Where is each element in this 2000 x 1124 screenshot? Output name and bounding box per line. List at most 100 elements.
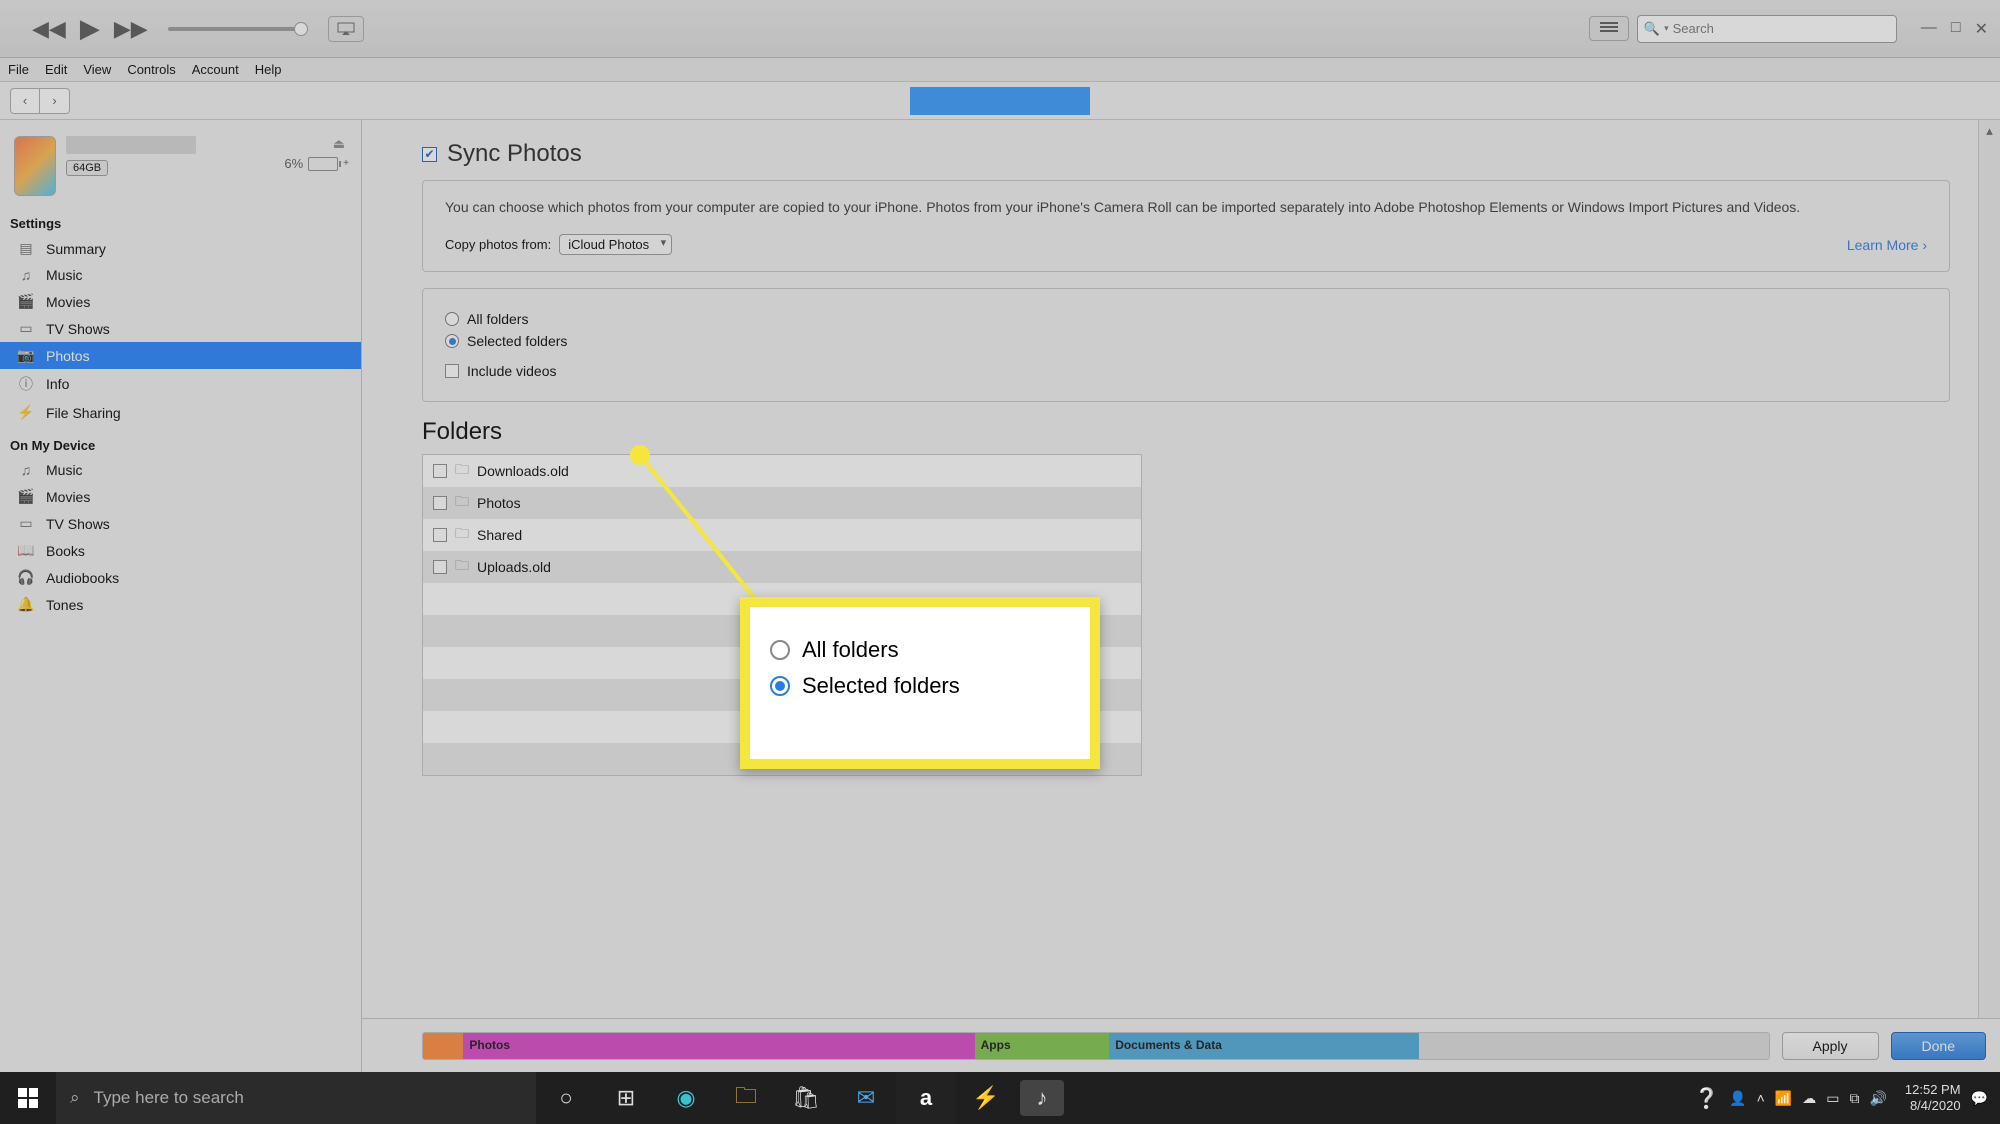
- sidebar-device-music[interactable]: ♫Music: [0, 457, 361, 483]
- sidebar-device-audiobooks[interactable]: 🎧Audiobooks: [0, 564, 361, 591]
- taskbar-search[interactable]: ⌕ Type here to search: [56, 1072, 536, 1124]
- people-icon[interactable]: 👤: [1729, 1090, 1746, 1107]
- apply-button[interactable]: Apply: [1782, 1032, 1879, 1060]
- taskbar-clock[interactable]: 12:52 PM 8/4/2020: [1905, 1082, 1961, 1113]
- sidebar-device-movies[interactable]: 🎬Movies: [0, 483, 361, 510]
- storage-usage-bar: Photos Apps Documents & Data: [422, 1032, 1770, 1060]
- sidebar-device-tvshows[interactable]: ▭TV Shows: [0, 510, 361, 537]
- edge-icon[interactable]: ◉: [656, 1072, 716, 1124]
- done-button[interactable]: Done: [1891, 1032, 1986, 1060]
- forward-button[interactable]: ›: [40, 88, 70, 114]
- all-folders-radio[interactable]: [445, 312, 459, 326]
- sidebar-item-photos[interactable]: 📷Photos: [0, 342, 361, 369]
- tray-expand-icon[interactable]: ˄: [1757, 1090, 1765, 1106]
- battery-icon[interactable]: ▭: [1826, 1090, 1839, 1107]
- sidebar-item-label: Photos: [46, 348, 90, 364]
- next-track-button[interactable]: ▶▶: [114, 16, 148, 42]
- sync-photos-checkbox[interactable]: [422, 147, 437, 162]
- books-icon: 📖: [16, 542, 36, 559]
- storage-segment-photos: Photos: [463, 1033, 974, 1059]
- folder-checkbox[interactable]: [433, 528, 447, 542]
- folder-name: Shared: [477, 527, 522, 543]
- movies-icon: 🎬: [16, 293, 36, 310]
- callout-selected-folders-label: Selected folders: [802, 673, 960, 699]
- cortana-icon[interactable]: ○: [536, 1072, 596, 1124]
- vertical-scrollbar[interactable]: ▴: [1978, 120, 2000, 1018]
- mail-icon[interactable]: ✉: [836, 1072, 896, 1124]
- battery-icon: [308, 157, 338, 171]
- summary-icon: ▤: [16, 240, 36, 257]
- sidebar-item-label: Movies: [46, 294, 90, 310]
- music-icon: ♫: [16, 267, 36, 283]
- charging-icon: +: [343, 158, 349, 169]
- include-videos-checkbox[interactable]: [445, 364, 459, 378]
- itunes-icon[interactable]: ♪: [1020, 1080, 1064, 1116]
- sidebar-item-summary[interactable]: ▤Summary: [0, 235, 361, 262]
- callout-selected-folders-radio: [770, 676, 790, 696]
- wifi-icon[interactable]: 📶: [1775, 1090, 1792, 1107]
- volume-slider[interactable]: [168, 27, 308, 31]
- menu-account[interactable]: Account: [192, 62, 239, 77]
- store-icon[interactable]: 🛍: [776, 1072, 836, 1124]
- airplay-button[interactable]: [328, 16, 364, 42]
- folder-checkbox[interactable]: [433, 560, 447, 574]
- close-button[interactable]: ✕: [1975, 19, 1988, 39]
- app-icon[interactable]: ⚡: [956, 1072, 1016, 1124]
- dropbox-icon[interactable]: ⧉: [1849, 1090, 1859, 1107]
- prev-track-button[interactable]: ◀◀: [32, 16, 66, 42]
- chevron-down-icon: ▾: [1664, 23, 1669, 34]
- volume-icon[interactable]: 🔊: [1869, 1090, 1886, 1107]
- folder-checkbox[interactable]: [433, 496, 447, 510]
- folder-checkbox[interactable]: [433, 464, 447, 478]
- device-name: [66, 136, 196, 154]
- storage-segment-docs: Documents & Data: [1109, 1033, 1418, 1059]
- back-button[interactable]: ‹: [10, 88, 40, 114]
- explorer-icon[interactable]: 🗀: [716, 1072, 776, 1124]
- sidebar-item-label: Music: [46, 267, 83, 283]
- notifications-icon[interactable]: 💬: [1971, 1090, 1988, 1107]
- search-input[interactable]: [1673, 21, 1890, 36]
- sidebar-item-music[interactable]: ♫ Music: [0, 262, 361, 288]
- sidebar-item-tvshows[interactable]: ▭TV Shows: [0, 315, 361, 342]
- sidebar-item-filesharing[interactable]: ⚡File Sharing: [0, 399, 361, 426]
- play-button[interactable]: ▶: [80, 13, 100, 44]
- menu-edit[interactable]: Edit: [45, 62, 67, 77]
- sidebar-item-label: Info: [46, 376, 69, 392]
- amazon-icon[interactable]: a: [896, 1072, 956, 1124]
- list-view-button[interactable]: [1589, 16, 1629, 41]
- selected-folders-radio[interactable]: [445, 334, 459, 348]
- sidebar-item-movies[interactable]: 🎬 Movies: [0, 288, 361, 315]
- sidebar-device-books[interactable]: 📖Books: [0, 537, 361, 564]
- cloud-icon[interactable]: ☁: [1802, 1090, 1816, 1107]
- search-field[interactable]: 🔍 ▾: [1637, 15, 1897, 43]
- tones-icon: 🔔: [16, 596, 36, 613]
- callout-all-folders-radio: [770, 640, 790, 660]
- music-icon: ♫: [16, 462, 36, 478]
- battery-percent: 6%: [284, 156, 303, 171]
- folder-name: Uploads.old: [477, 559, 551, 575]
- menu-file[interactable]: File: [8, 62, 29, 77]
- help-icon[interactable]: ❔: [1694, 1086, 1719, 1111]
- menu-help[interactable]: Help: [255, 62, 282, 77]
- storage-segment-free: [1419, 1033, 1769, 1059]
- menu-view[interactable]: View: [83, 62, 111, 77]
- minimize-button[interactable]: —: [1921, 19, 1937, 39]
- folder-name: Downloads.old: [477, 463, 569, 479]
- device-thumbnail-icon: [14, 136, 56, 196]
- scroll-up-arrow[interactable]: ▴: [1979, 120, 2000, 142]
- taskview-icon[interactable]: ⊞: [596, 1072, 656, 1124]
- start-button[interactable]: [0, 1072, 56, 1124]
- copy-source-dropdown[interactable]: iCloud Photos: [559, 234, 672, 255]
- sync-description-text: You can choose which photos from your co…: [445, 197, 1927, 218]
- learn-more-link[interactable]: Learn More: [1847, 237, 1927, 253]
- storage-segment-other: [423, 1033, 463, 1059]
- sidebar-item-info[interactable]: ⓘ Info: [0, 369, 361, 399]
- folder-icon: 🗀: [455, 555, 469, 579]
- maximize-button[interactable]: □: [1951, 19, 1961, 39]
- sidebar-device-tones[interactable]: 🔔Tones: [0, 591, 361, 618]
- callout-all-folders-label: All folders: [802, 637, 899, 663]
- eject-icon[interactable]: ⏏: [333, 136, 345, 152]
- menu-controls[interactable]: Controls: [127, 62, 175, 77]
- device-tab-highlight: [910, 87, 1090, 115]
- info-icon: ⓘ: [16, 374, 36, 394]
